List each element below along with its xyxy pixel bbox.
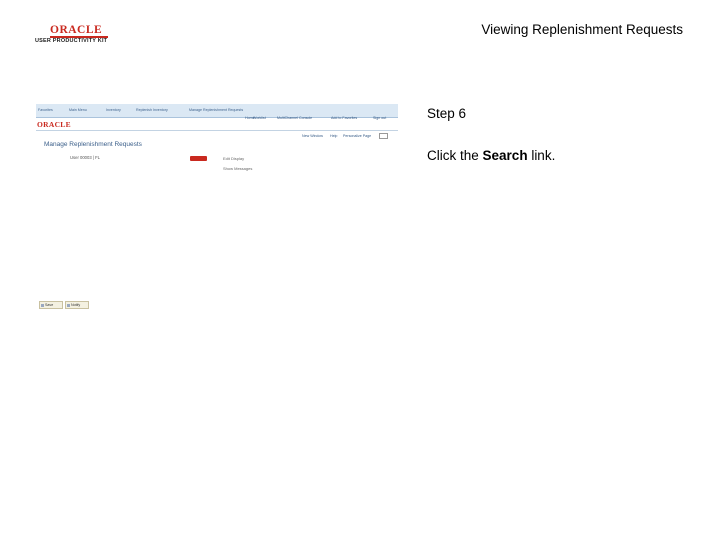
screenshot-page-title: Manage Replenishment Requests [44,141,142,148]
toolbar-icon [379,133,388,139]
breadcrumb-inventory: Inventory [106,108,121,112]
oracle-logo-text: ORACLE [50,24,103,36]
user-business-unit: User 00003 | FL [70,155,100,160]
show-messages-link[interactable]: Show Messages [223,166,252,171]
search-button[interactable] [190,156,207,161]
toolbar-new-window: New Window [302,134,323,138]
step-label: Step 6 [427,106,467,121]
instruction-suffix: link. [527,148,556,163]
topnav-worklist: Worklist [253,116,266,120]
upk-product-name: USER PRODUCTIVITY KIT [35,38,108,44]
notify-button[interactable]: Notify [65,301,89,309]
topnav-sign-out: Sign out [373,116,387,120]
save-button[interactable]: Save [39,301,63,309]
topnav-add-to-favorites: Add to Favorites [331,116,358,120]
instruction-link-name: Search [482,148,528,163]
breadcrumb-manage-replenishment-requests: Manage Replenishment Requests [189,108,244,112]
breadcrumb-replenish-inventory: Replenish Inventory [136,108,168,112]
topnav-multichannel-console: MultiChannel Console [277,116,313,120]
application-screenshot: Favorites Main Menu Inventory Replenish … [36,104,398,314]
toolbar-help: Help [330,134,338,138]
step-instruction: Click the Search link. [427,148,555,163]
instruction-prefix: Click the [427,148,483,163]
peoplesoft-oracle-logo: ORACLE [37,120,71,129]
header-divider [36,130,398,131]
page-title: Viewing Replenishment Requests [481,22,683,37]
oracle-upk-logo: ORACLE USER PRODUCTIVITY KIT [34,24,126,48]
toolbar-personalize-page: Personalize Page [343,134,372,138]
breadcrumb-favorites: Favorites [38,108,53,112]
edit-display-link[interactable]: Edit Display [223,156,244,161]
breadcrumb-main-menu: Main Menu [69,108,87,112]
